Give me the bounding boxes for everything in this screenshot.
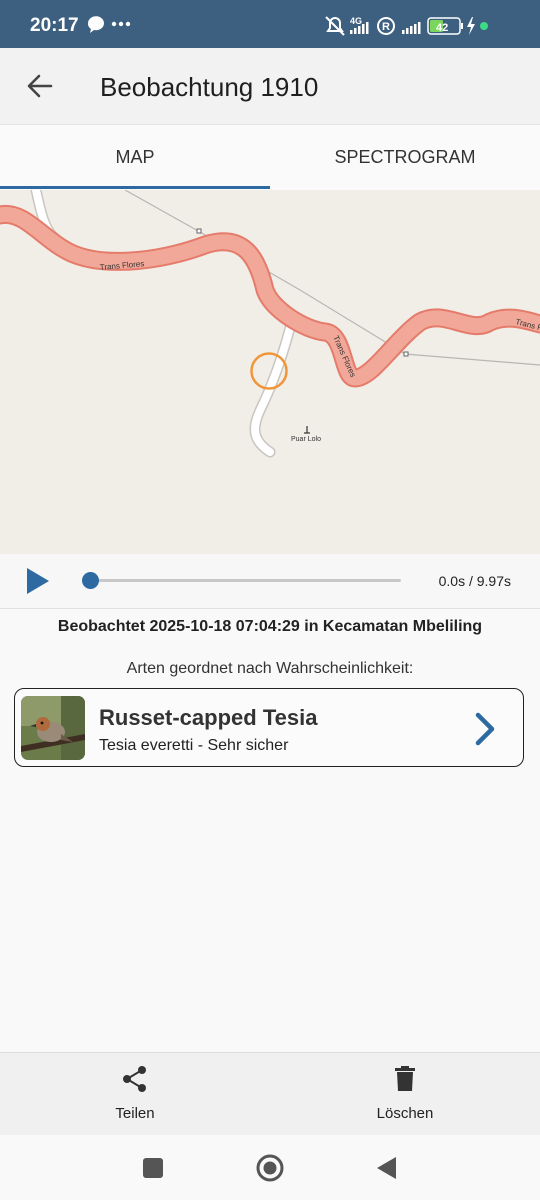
signal-4g-icon: 4G (350, 16, 369, 34)
white-road (30, 190, 296, 458)
mute-icon (325, 16, 345, 36)
page-title: Beobachtung 1910 (100, 72, 319, 102)
playback-time: 0.0s / 9.97s (438, 573, 511, 589)
audio-player: 0.0s / 9.97s (0, 554, 540, 609)
species-heading: Arten geordnet nach Wahrscheinlichkeit: (126, 660, 414, 677)
svg-text:R: R (382, 21, 390, 33)
species-scientific-line: Tesia everetti - Sehr sicher (99, 737, 289, 754)
bird-photo (21, 696, 85, 760)
app-bar: Beobachtung 1910 (0, 48, 540, 125)
tab-map[interactable]: MAP (0, 125, 270, 189)
place-label: Puar Lolo (291, 436, 321, 443)
species-common-name: Russet-capped Tesia (99, 705, 318, 730)
tab-bar: MAP SPECTROGRAM (0, 125, 540, 189)
more-dots-icon (111, 21, 131, 27)
tab-spectrogram[interactable]: SPECTROGRAM (270, 125, 540, 189)
observed-text: Beobachtet 2025-10-18 07:04:29 in Kecama… (57, 618, 483, 635)
back-button[interactable] (22, 68, 58, 104)
species-card[interactable]: Russet-capped Tesia Tesia everetti - Seh… (14, 688, 524, 767)
arrow-left-icon (27, 74, 53, 98)
delete-button[interactable]: Löschen (270, 1053, 540, 1136)
delete-label: Löschen (376, 1105, 434, 1122)
chevron-right-icon (473, 711, 499, 747)
bottom-action-bar: Teilen Löschen (0, 1052, 540, 1136)
peak-icon (304, 426, 310, 434)
tab-indicator (0, 186, 270, 189)
charging-icon (467, 17, 475, 35)
system-nav-bar (0, 1135, 540, 1200)
battery-icon: 42 (427, 17, 463, 35)
message-icon (87, 16, 104, 33)
back-icon[interactable] (372, 1153, 402, 1183)
map-view[interactable]: Trans Flores Trans Flores Trans Flo Puar… (0, 190, 540, 554)
status-left-icons (86, 14, 134, 41)
home-icon[interactable] (255, 1153, 285, 1183)
svg-text:4G: 4G (350, 16, 362, 26)
share-button[interactable]: Teilen (0, 1053, 270, 1136)
seek-thumb[interactable] (81, 572, 99, 589)
recent-apps-icon[interactable] (138, 1153, 168, 1183)
dot-icon (480, 22, 488, 30)
seek-track[interactable] (90, 579, 401, 582)
share-label: Teilen (115, 1105, 155, 1122)
signal-icon (402, 22, 421, 34)
trash-icon (392, 1065, 418, 1093)
registered-icon: R (377, 17, 395, 35)
svg-text:42: 42 (436, 22, 448, 34)
play-icon (27, 568, 49, 594)
status-right-icons: 4G R 42 (324, 14, 514, 38)
share-icon (122, 1065, 148, 1093)
status-time: 20:17 (30, 15, 79, 36)
play-button[interactable] (25, 567, 51, 595)
status-bar: 20:17 4G R 42 (0, 0, 540, 48)
